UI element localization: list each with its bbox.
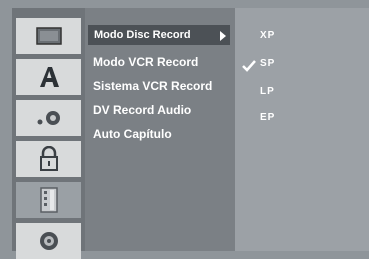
menu-item-sistema-vcr-record[interactable]: Sistema VCR Record xyxy=(93,76,212,96)
option-xp[interactable]: XP xyxy=(260,26,275,46)
option-sp[interactable]: SP xyxy=(260,54,275,74)
check-icon xyxy=(242,60,256,72)
audio-icon xyxy=(37,111,60,125)
sidebar-item-dvd[interactable] xyxy=(16,223,81,259)
arrow-right-icon xyxy=(220,31,226,41)
menu-item-modo-disc-record[interactable]: Modo Disc Record xyxy=(88,25,230,45)
sidebar-item-disc[interactable] xyxy=(16,18,81,54)
menu-item-label: DV Record Audio xyxy=(93,103,192,117)
sidebar-item-audio[interactable] xyxy=(16,100,81,136)
menu-item-auto-capitulo[interactable]: Auto Capítulo xyxy=(93,124,172,144)
menu-item-label: Auto Capítulo xyxy=(93,127,172,141)
disc-icon xyxy=(35,27,62,45)
dvd-setup-screen: Modo Disc Record Modo VCR Record Sistema… xyxy=(0,0,369,259)
option-lp[interactable]: LP xyxy=(260,82,275,102)
option-ep[interactable]: EP xyxy=(260,108,275,128)
record-menu: Modo Disc Record Modo VCR Record Sistema… xyxy=(85,8,235,251)
sidebar xyxy=(12,8,85,259)
sidebar-item-language[interactable] xyxy=(16,59,81,95)
menu-item-modo-vcr-record[interactable]: Modo VCR Record xyxy=(93,52,198,72)
sidebar-item-recording[interactable] xyxy=(16,182,81,218)
lock-icon xyxy=(39,146,58,171)
menu-item-label: Modo Disc Record xyxy=(94,29,191,41)
sidebar-item-lock[interactable] xyxy=(16,141,81,177)
options-panel: XP SP LP EP xyxy=(235,8,369,251)
letter-a-icon xyxy=(39,67,59,87)
menu-item-label: Sistema VCR Record xyxy=(93,79,213,93)
record-film-icon xyxy=(39,187,58,213)
dvd-disc-icon xyxy=(39,232,58,250)
menu-item-dv-record-audio[interactable]: DV Record Audio xyxy=(93,100,191,120)
menu-item-label: Modo VCR Record xyxy=(93,55,199,69)
